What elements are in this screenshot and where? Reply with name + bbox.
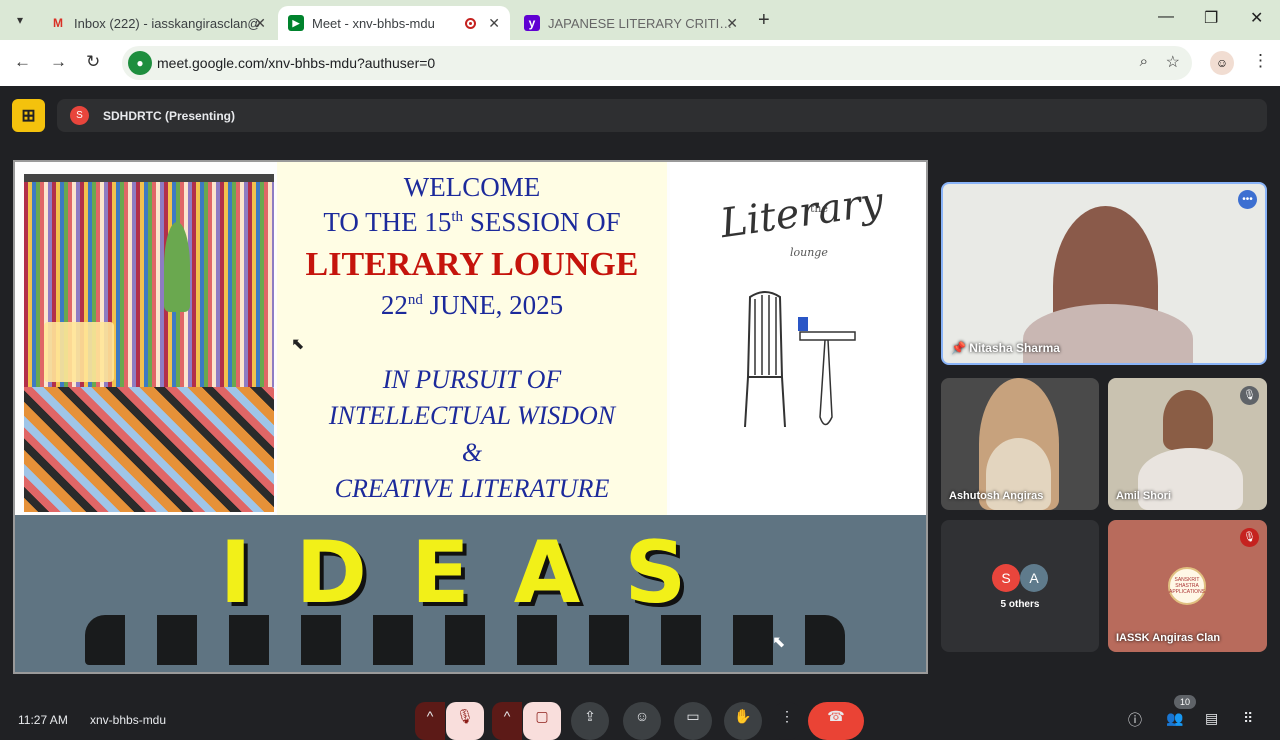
browser-menu-icon[interactable]: ⋮ <box>1252 51 1269 71</box>
logo-lounge: lounge <box>790 246 828 259</box>
close-icon[interactable]: ✕ <box>254 15 266 32</box>
participant-name: IASSK Angiras Clan <box>1116 632 1221 644</box>
cushion-illustration <box>44 322 114 382</box>
new-tab-icon[interactable]: + <box>758 9 770 32</box>
slide-welcome: WELCOME <box>403 172 541 202</box>
ideas-text: IDEAS <box>219 523 731 623</box>
slide-date: 22nd JUNE, 2025 <box>380 290 564 320</box>
slide-theme-2: INTELLECTUAL WISDON <box>328 401 616 430</box>
captions-button[interactable]: ▭ <box>674 702 712 740</box>
mic-off-icon: 🎙 <box>1240 528 1259 547</box>
meet-control-bar: 11:27 AM xnv-bhbs-mdu ^ 🎙 ^ ▢ ⇪ ☺ ▭ ✋ ⋮ … <box>0 687 1280 740</box>
chat-icon[interactable]: ▤ <box>1205 710 1218 727</box>
presenter-avatar: S <box>70 106 89 125</box>
address-bar[interactable]: ● meet.google.com/xnv-bhbs-mdu?authuser=… <box>122 46 1192 80</box>
participant-avatar: S <box>992 564 1020 592</box>
activities-icon[interactable]: ⠿ <box>1243 710 1253 727</box>
people-silhouettes <box>85 615 845 665</box>
participant-name: Ashutosh Angiras <box>949 490 1044 502</box>
meet-icon: ▶ <box>288 15 304 31</box>
browser-toolbar: ← → ↻ ● meet.google.com/xnv-bhbs-mdu?aut… <box>0 40 1280 86</box>
layout-icon[interactable]: ⊞ <box>12 99 45 132</box>
restore-icon[interactable]: ❐ <box>1204 8 1218 28</box>
others-count-label: 5 others <box>1000 599 1040 610</box>
reactions-button[interactable]: ☺ <box>623 702 661 740</box>
slide-theme-3: CREATIVE LITERATURE <box>334 474 610 503</box>
browser-tabstrip: ▾ M Inbox (222) - iasskangirasclan@ ✕ ▶ … <box>0 0 1280 40</box>
url-text[interactable]: meet.google.com/xnv-bhbs-mdu?authuser=0 <box>157 55 435 71</box>
meeting-time: 11:27 AM <box>18 713 68 727</box>
bookshelf-illustration <box>24 174 274 512</box>
reload-icon[interactable]: ↻ <box>86 52 100 72</box>
more-options-icon[interactable]: ••• <box>1238 190 1257 209</box>
mic-toggle-button[interactable]: 🎙 <box>446 702 484 740</box>
microphone-in-use-icon[interactable]: ● <box>128 51 152 75</box>
shared-screen: WELCOME TO THE 15th SESSION OF LITERARY … <box>13 160 928 674</box>
more-options-button[interactable]: ⋮ <box>768 702 806 740</box>
camera-toggle-button[interactable]: ▢ <box>523 702 561 740</box>
people-icon[interactable]: 👥 <box>1166 710 1183 727</box>
org-logo: SANSKRIT SHASTRA APPLICATIONS <box>1168 567 1206 605</box>
meeting-code: xnv-bhbs-mdu <box>90 713 167 727</box>
close-icon[interactable]: ✕ <box>488 15 500 32</box>
close-icon[interactable]: ✕ <box>726 15 738 32</box>
plant-illustration <box>164 222 190 312</box>
tab-title: Inbox (222) - iasskangirasclan@ <box>74 15 261 31</box>
slide-session: TO THE 15th SESSION OF <box>323 207 621 237</box>
participant-tile[interactable]: Ashutosh Angiras <box>941 378 1099 510</box>
participant-tile-main[interactable]: ••• 📌 Nitasha Sharma <box>941 182 1267 365</box>
participant-tile-others[interactable]: S A 5 others <box>941 520 1099 652</box>
bookmark-star-icon[interactable]: ☆ <box>1166 52 1180 72</box>
logo-main: Literary <box>717 178 887 248</box>
participant-name: Amil Shori <box>1116 490 1172 502</box>
recording-icon <box>465 18 476 29</box>
forward-icon[interactable]: → <box>50 52 67 72</box>
ideas-banner: IDEAS <box>15 515 926 672</box>
back-icon[interactable]: ← <box>14 52 31 72</box>
meet-stage: ⊞ S SDHDRTC (Presenting) WELCOME TO THE … <box>0 87 1280 740</box>
people-count-badge: 10 <box>1174 695 1196 709</box>
info-icon[interactable]: ⓘ <box>1128 710 1142 730</box>
participant-video <box>1163 390 1213 450</box>
present-screen-button[interactable]: ⇪ <box>571 702 609 740</box>
slide-top: WELCOME TO THE 15th SESSION OF LITERARY … <box>15 162 926 517</box>
tab-meet[interactable]: ▶ Meet - xnv-bhbs-mdu ✕ <box>278 6 510 40</box>
presenting-label: SDHDRTC (Presenting) <box>103 108 236 123</box>
tab-yahoo[interactable]: y JAPANESE LITERARY CRITICISM ✕ <box>514 6 748 40</box>
participant-tile[interactable]: 🎙 Amil Shori <box>1108 378 1267 510</box>
end-call-button[interactable]: ☎ <box>808 702 864 740</box>
participant-shoulders <box>1023 304 1193 363</box>
raise-hand-button[interactable]: ✋ <box>724 702 762 740</box>
slide-theme-amp: & <box>461 438 483 467</box>
profile-avatar[interactable]: ☺ <box>1210 51 1234 75</box>
gmail-icon: M <box>53 16 63 30</box>
welcome-text-box: WELCOME TO THE 15th SESSION OF LITERARY … <box>277 162 667 515</box>
pointer-cursor-icon: ⬉ <box>772 634 786 651</box>
close-window-icon[interactable]: ✕ <box>1250 8 1263 28</box>
pointer-cursor-icon: ⬉ <box>291 336 305 353</box>
tab-title: Meet - xnv-bhbs-mdu <box>312 15 435 31</box>
rug-illustration <box>24 387 274 512</box>
zoom-icon[interactable]: ⌕ <box>1140 53 1148 70</box>
minimize-icon[interactable]: — <box>1158 8 1174 26</box>
mic-off-icon: 🎙 <box>1240 386 1259 405</box>
participant-tile[interactable]: SANSKRIT SHASTRA APPLICATIONS 🎙 IASSK An… <box>1108 520 1267 652</box>
literary-lounge-logo: the Literary lounge <box>670 162 926 515</box>
audio-options-icon[interactable]: ^ <box>415 702 445 740</box>
chair-table-illustration <box>744 291 856 428</box>
tab-gmail[interactable]: M Inbox (222) - iasskangirasclan@ ✕ <box>40 6 276 40</box>
slide-theme-1: IN PURSUIT OF <box>382 365 562 394</box>
tab-title: JAPANESE LITERARY CRITICISM <box>548 15 738 31</box>
slide-title: LITERARY LOUNGE <box>305 246 639 283</box>
tab-search-chevron-icon[interactable]: ▾ <box>8 8 32 32</box>
yahoo-icon: y <box>524 15 540 31</box>
participant-name: 📌 Nitasha Sharma <box>951 341 1060 355</box>
video-options-icon[interactable]: ^ <box>492 702 522 740</box>
participant-avatar: A <box>1020 564 1048 592</box>
presenting-bar: S SDHDRTC (Presenting) <box>57 99 1267 132</box>
